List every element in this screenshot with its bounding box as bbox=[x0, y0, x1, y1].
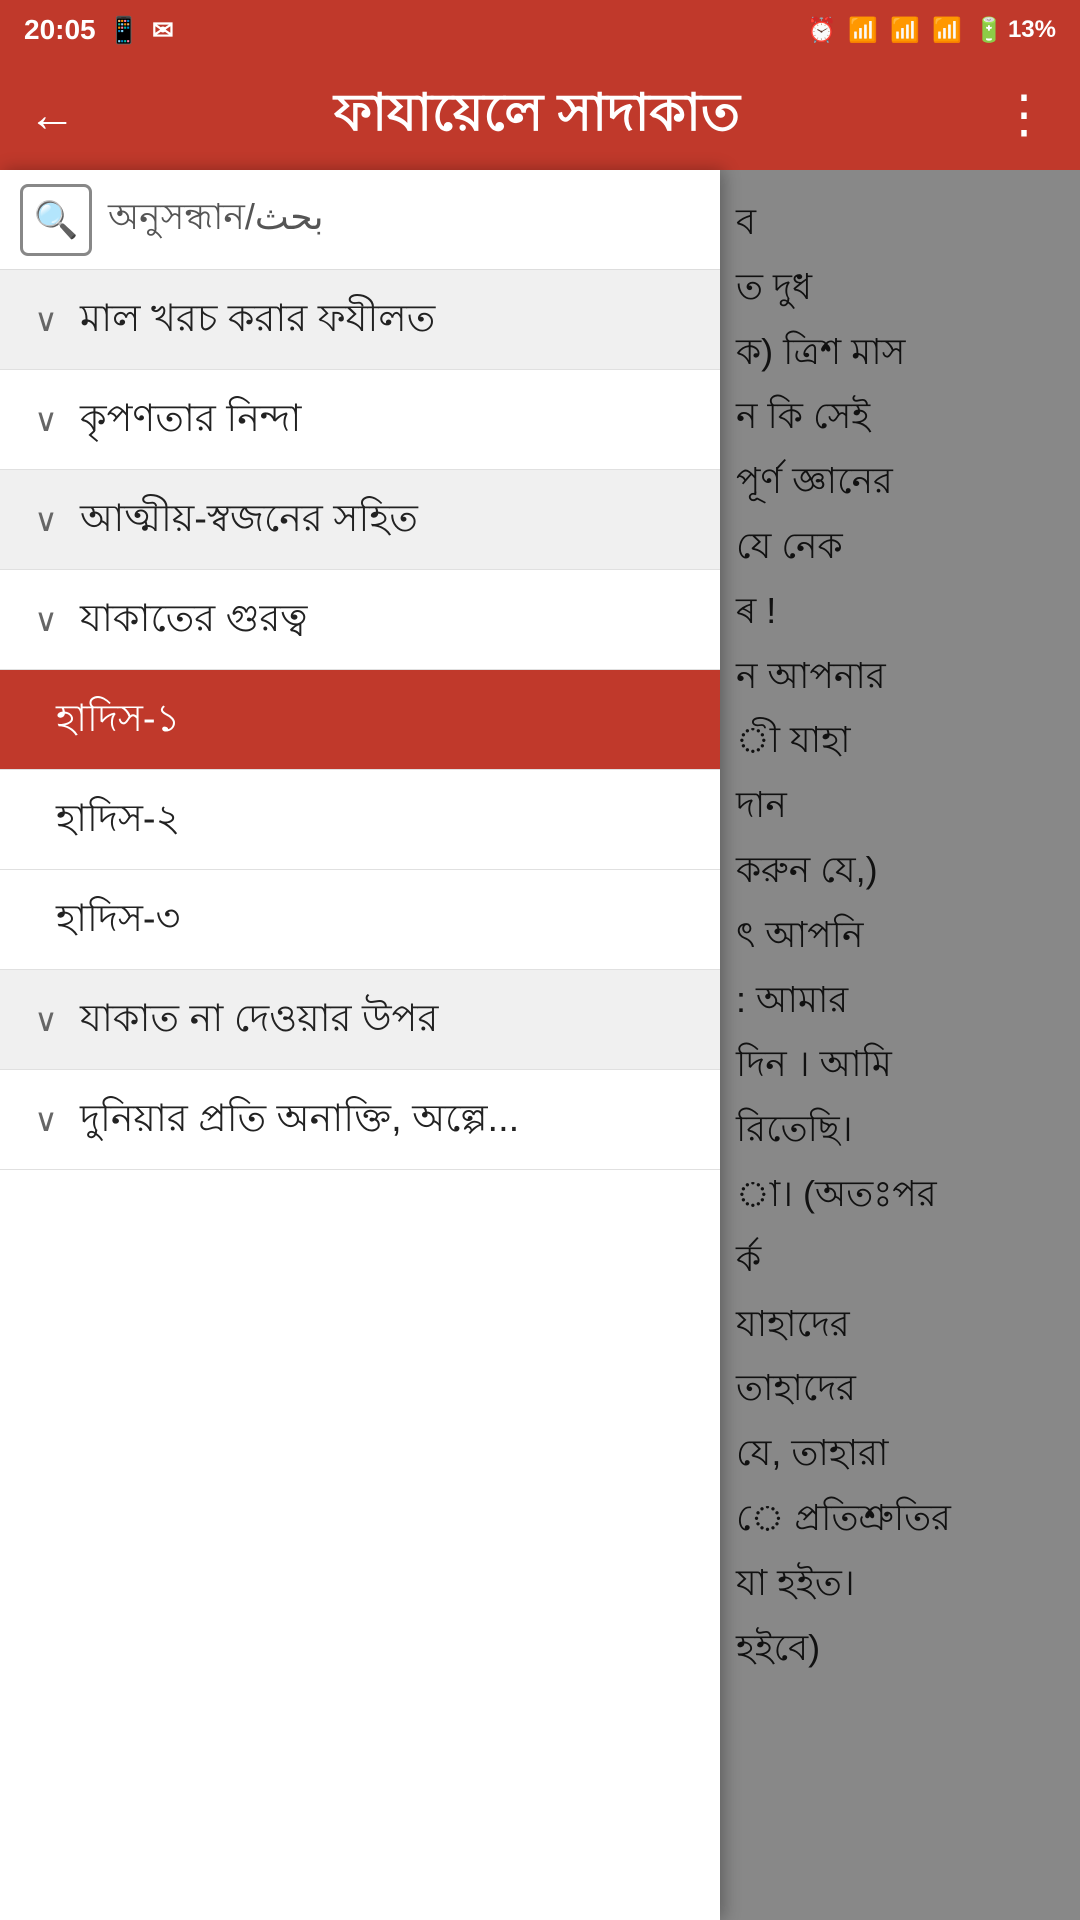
menu-item-hadis-2[interactable]: হাদিস-২ bbox=[0, 770, 720, 870]
menu-item-mal-khoroch[interactable]: ∨ মাল খরচ করার ফযীলত bbox=[0, 270, 720, 370]
chevron-icon-jaakat-na: ∨ bbox=[28, 1001, 64, 1039]
chevron-icon-jakaater-gurutto: ∨ bbox=[28, 601, 64, 639]
status-bar-right: ⏰ 📶 📶 📶 🔋13% bbox=[807, 16, 1057, 45]
content-line: পূর্ণ জ্ঞানের bbox=[736, 449, 1064, 514]
signal2-icon: 📶 bbox=[932, 16, 962, 45]
menu-label-jakaater-gurutto: যাকাতের গুরত্ব bbox=[80, 595, 307, 644]
menu-list: ∨ মাল খরচ করার ফযীলত ∨ কৃপণতার নিন্দা ∨ আত্মী… bbox=[0, 270, 720, 1170]
content-line: রিতেছি। bbox=[736, 1097, 1064, 1162]
menu-label-mal-khoroch: মাল খরচ করার ফযীলত bbox=[80, 295, 435, 344]
content-line: ে প্রতিশ্রুতির bbox=[736, 1486, 1064, 1551]
chevron-icon-atmio: ∨ bbox=[28, 501, 64, 539]
content-line: ত দুধ bbox=[736, 255, 1064, 320]
gmail-icon: ✉ bbox=[152, 15, 174, 46]
sidebar-drawer: 🔍 অনুসন্ধান/بحث ∨ মাল খরচ করার ফযীলত ∨ কৃপণ… bbox=[0, 170, 720, 1920]
chevron-icon-mal-khoroch: ∨ bbox=[28, 301, 64, 339]
content-line: ক) ত্রিশ মাস bbox=[736, 320, 1064, 385]
signal1-icon: 📶 bbox=[890, 16, 920, 45]
wifi-icon: 📶 bbox=[848, 16, 878, 45]
app-bar: ← ফাযায়েলে সাদাকাত ⋮ bbox=[0, 60, 1080, 170]
alarm-icon: ⏰ bbox=[807, 16, 837, 45]
menu-label-duniya: দুনিয়ার প্রতি অনাক্তি, অল্পে... bbox=[80, 1095, 519, 1144]
content-line: দান bbox=[736, 773, 1064, 838]
content-line: ী যাহা bbox=[736, 708, 1064, 773]
status-bar-left: 20:05 📱 ✉ bbox=[24, 14, 174, 46]
search-bar[interactable]: 🔍 অনুসন্ধান/بحث bbox=[0, 170, 720, 270]
search-icon: 🔍 bbox=[34, 199, 79, 241]
imo-icon: 📱 bbox=[108, 15, 140, 46]
menu-item-duniya[interactable]: ∨ দুনিয়ার প্রতি অনাক্তি, অল্পে... bbox=[0, 1070, 720, 1170]
content-line: র্ক bbox=[736, 1227, 1064, 1292]
content-line: দিন । আমি bbox=[736, 1032, 1064, 1097]
menu-label-atmio: আত্মীয়-স্বজনের সহিত bbox=[80, 495, 418, 544]
content-line: তাহাদের bbox=[736, 1356, 1064, 1421]
back-button[interactable]: ← bbox=[28, 88, 76, 143]
content-text: বত দুধক) ত্রিশ মাসন কি সেইপূর্ণ জ্ঞানেরয… bbox=[736, 190, 1064, 1680]
menu-label-hadis-2: হাদিস-২ bbox=[56, 795, 180, 844]
content-line: ৎ আপনি bbox=[736, 903, 1064, 968]
content-line: : আমার bbox=[736, 968, 1064, 1033]
menu-label-kuponta: কৃপণতার নিন্দা bbox=[80, 395, 301, 444]
menu-label-hadis-1: হাদিস-১ bbox=[56, 695, 180, 744]
content-line: যে, তাহারা bbox=[736, 1421, 1064, 1486]
content-line: ব bbox=[736, 190, 1064, 255]
content-pane: বত দুধক) ত্রিশ মাসন কি সেইপূর্ণ জ্ঞানেরয… bbox=[720, 170, 1080, 1920]
content-line: ন আপনার bbox=[736, 644, 1064, 709]
battery-level: 13% bbox=[1008, 16, 1056, 44]
search-label: অনুসন্ধান/بحث bbox=[108, 190, 324, 250]
menu-item-kuponta[interactable]: ∨ কৃপণতার নিন্দা bbox=[0, 370, 720, 470]
menu-item-jaakat-na[interactable]: ∨ যাকাত না দেওয়ার উপর bbox=[0, 970, 720, 1070]
menu-label-jaakat-na: যাকাত না দেওয়ার উপর bbox=[80, 995, 438, 1044]
content-line: যাহাদের bbox=[736, 1292, 1064, 1357]
menu-label-hadis-3: হাদিস-৩ bbox=[56, 895, 180, 944]
menu-item-atmio[interactable]: ∨ আত্মীয়-স্বজনের সহিত bbox=[0, 470, 720, 570]
search-icon-box: 🔍 bbox=[20, 184, 92, 256]
content-line: করুন যে,) bbox=[736, 838, 1064, 903]
menu-item-hadis-3[interactable]: হাদিস-৩ bbox=[0, 870, 720, 970]
content-line: া। (অতঃপর bbox=[736, 1162, 1064, 1227]
battery-icon: 🔋13% bbox=[974, 16, 1056, 45]
main-layout: বত দুধক) ত্রিশ মাসন কি সেইপূর্ণ জ্ঞানেরয… bbox=[0, 170, 1080, 1920]
more-options-button[interactable]: ⋮ bbox=[998, 85, 1052, 145]
chevron-icon-duniya: ∨ bbox=[28, 1101, 64, 1139]
menu-item-hadis-1[interactable]: হাদিস-১ bbox=[0, 670, 720, 770]
content-line: ৰ ! bbox=[736, 579, 1064, 644]
content-line: যে নেক bbox=[736, 514, 1064, 579]
chevron-icon-kuponta: ∨ bbox=[28, 401, 64, 439]
page-title: ফাযায়েলে সাদাকাত bbox=[334, 72, 740, 159]
status-bar: 20:05 📱 ✉ ⏰ 📶 📶 📶 🔋13% bbox=[0, 0, 1080, 60]
status-time: 20:05 bbox=[24, 14, 96, 46]
content-line: হইবে) bbox=[736, 1616, 1064, 1681]
content-line: ন কি সেই bbox=[736, 384, 1064, 449]
content-line: যা হইত। bbox=[736, 1551, 1064, 1616]
menu-item-jakaater-gurutto[interactable]: ∨ যাকাতের গুরত্ব bbox=[0, 570, 720, 670]
